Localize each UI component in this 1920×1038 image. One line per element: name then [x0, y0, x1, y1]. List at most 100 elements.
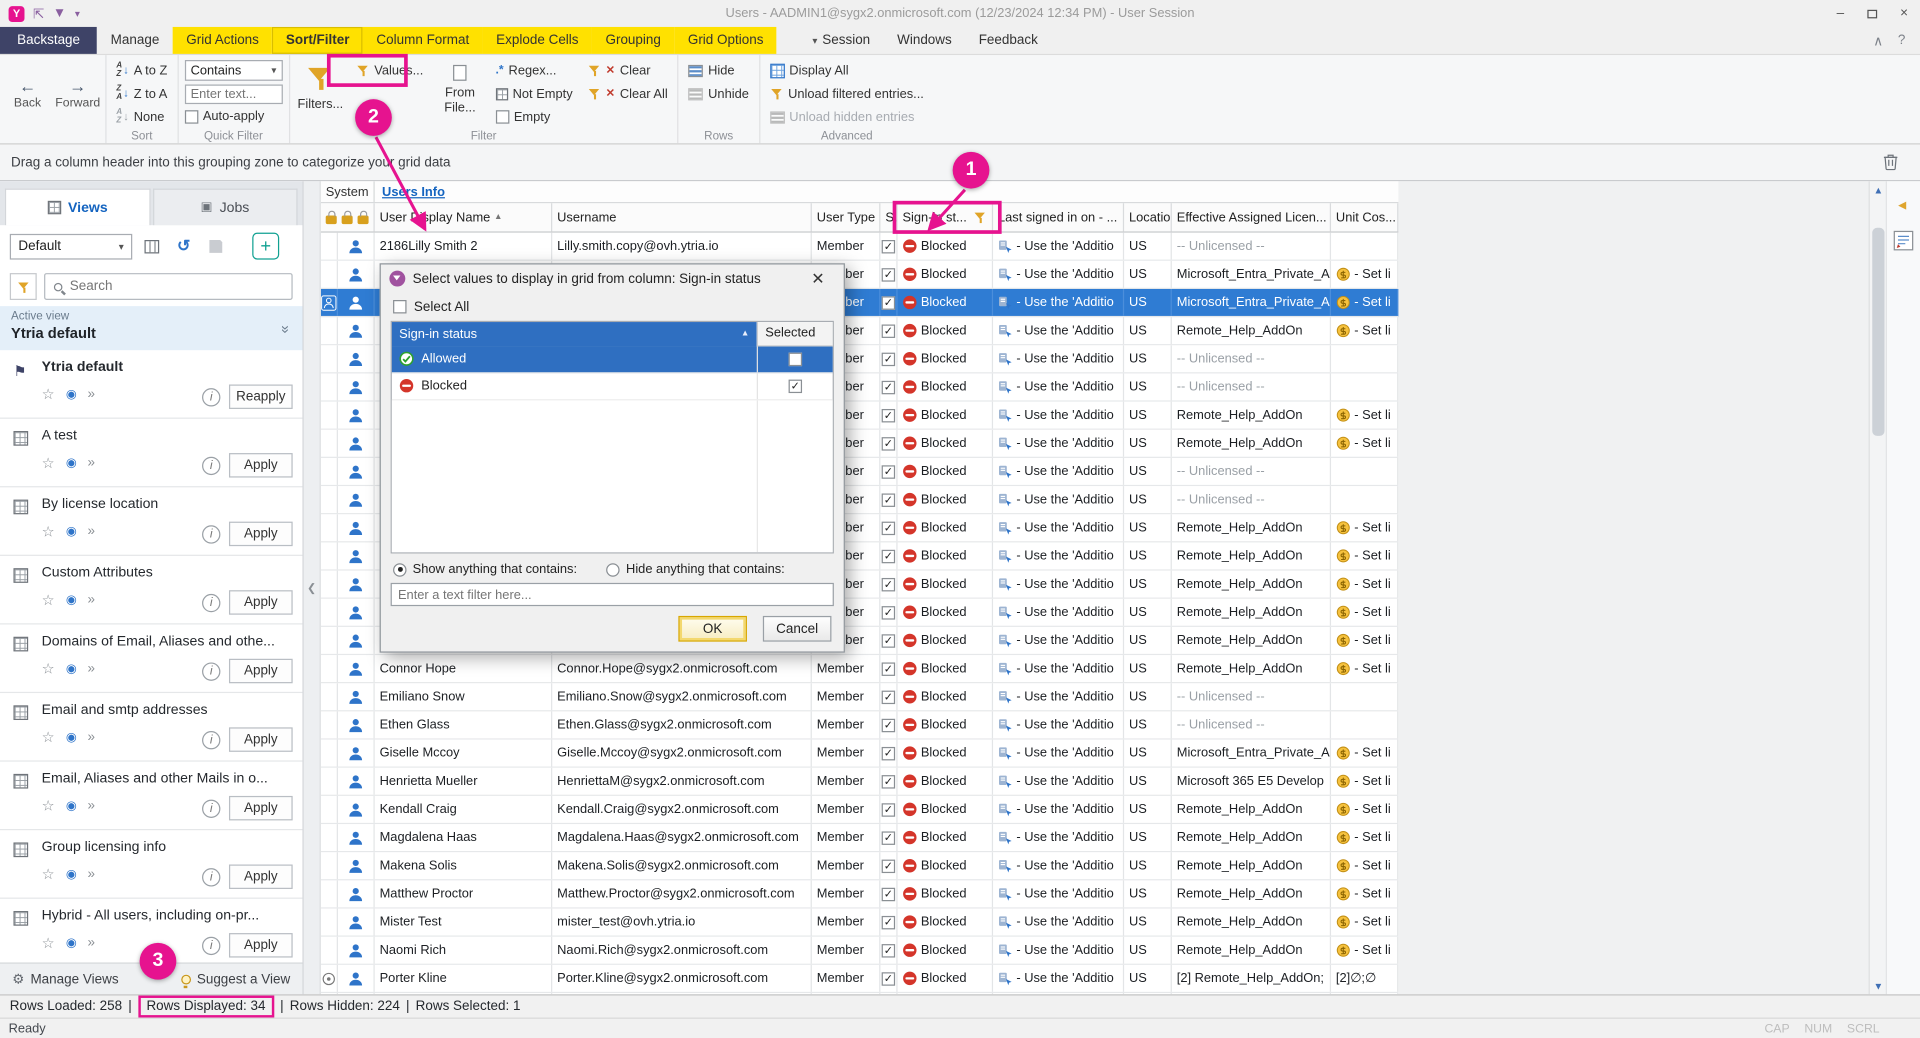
unit-cost-cell[interactable]: - Set li — [1331, 289, 1398, 316]
undo-button[interactable]: ↺ — [171, 234, 195, 258]
user-type-cell[interactable]: Member — [812, 852, 881, 879]
effective-license-cell[interactable]: Remote_Help_AddOn — [1172, 402, 1331, 429]
column-header-effective-license[interactable]: Effective Assigned Licen... — [1172, 203, 1331, 231]
location-cell[interactable]: US — [1124, 261, 1172, 288]
sign-in-status-cell[interactable]: Blocked — [898, 909, 994, 936]
checked-checkbox[interactable]: ✓ — [882, 943, 895, 956]
double-chevron-down-icon[interactable]: » — [278, 325, 295, 333]
tab-windows[interactable]: Windows — [884, 27, 966, 54]
last-signed-in-cell[interactable]: - Use the 'Additio — [993, 740, 1124, 767]
unit-cost-cell[interactable]: - Set li — [1331, 824, 1398, 851]
sign-in-status-cell[interactable]: Blocked — [898, 740, 994, 767]
last-signed-in-cell[interactable]: - Use the 'Additio — [993, 486, 1124, 513]
export-icon[interactable]: ⇱ — [33, 6, 44, 22]
table-row[interactable]: Ethen GlassEthen.Glass@sygx2.onmicrosoft… — [321, 711, 1399, 739]
tab-backstage[interactable]: Backstage — [0, 27, 97, 54]
column-header-user-display-name[interactable]: User Display Name▲ — [375, 203, 553, 231]
favorite-star-icon[interactable]: ☆ — [42, 386, 55, 403]
sign-in-status-cell[interactable]: Blocked — [898, 430, 994, 457]
user-type-cell[interactable]: Member — [812, 796, 881, 823]
last-signed-in-cell[interactable]: - Use the 'Additio — [993, 627, 1124, 654]
checked-checkbox[interactable]: ✓ — [882, 465, 895, 478]
sign-in-status-cell[interactable]: Blocked — [898, 289, 994, 316]
user-display-name-cell[interactable]: Connor Hope — [375, 655, 553, 682]
reapply-view-button[interactable]: Reapply — [229, 384, 293, 408]
group-header-system[interactable]: System — [321, 181, 375, 202]
view-filter-button[interactable] — [10, 273, 37, 300]
dialog-close-button[interactable]: ✕ — [801, 267, 835, 291]
collapse-ribbon-icon[interactable]: ∧ — [1873, 32, 1883, 48]
location-cell[interactable]: US — [1124, 233, 1172, 260]
column-header-sign-in-status[interactable]: Sign-in st... — [898, 203, 994, 231]
last-signed-in-cell[interactable]: - Use the 'Additio — [993, 655, 1124, 682]
sign-in-status-cell[interactable]: Blocked — [898, 937, 994, 964]
favorite-star-icon[interactable]: ☆ — [42, 523, 55, 540]
more-options-icon[interactable]: » — [88, 387, 96, 402]
apply-view-button[interactable]: Apply — [229, 522, 293, 546]
help-icon[interactable]: ? — [1898, 33, 1906, 48]
user-type-cell[interactable]: Member — [812, 824, 881, 851]
more-options-icon[interactable]: » — [88, 593, 96, 608]
username-cell[interactable]: Emiliano.Snow@sygx2.onmicrosoft.com — [552, 683, 812, 710]
sort-z-to-a-button[interactable]: ZA↓ Z to A — [113, 83, 171, 104]
unit-cost-cell[interactable]: - Set li — [1331, 402, 1398, 429]
favorite-star-icon[interactable]: ☆ — [42, 660, 55, 677]
user-type-cell[interactable]: Member — [812, 880, 881, 907]
sign-in-status-cell[interactable]: Blocked — [898, 655, 994, 682]
last-signed-in-cell[interactable]: - Use the 'Additio — [993, 542, 1124, 569]
sign-in-status-cell[interactable]: Blocked — [898, 711, 994, 738]
effective-license-cell[interactable]: Remote_Help_AddOn — [1172, 824, 1331, 851]
user-display-name-cell[interactable]: Emiliano Snow — [375, 683, 553, 710]
last-signed-in-cell[interactable]: - Use the 'Additio — [993, 345, 1124, 372]
effective-license-cell[interactable]: Remote_Help_AddOn — [1172, 909, 1331, 936]
clear-button[interactable]: ✕ Clear — [584, 60, 672, 81]
add-view-button[interactable]: + — [252, 233, 279, 260]
effective-license-cell[interactable]: -- Unlicensed -- — [1172, 711, 1331, 738]
select-all-row[interactable]: Select All — [381, 294, 844, 321]
selected-cell[interactable]: ✓ — [757, 373, 833, 399]
checked-checkbox[interactable]: ✓ — [882, 493, 895, 506]
checked-checkbox[interactable]: ✓ — [882, 859, 895, 872]
user-type-cell[interactable]: Member — [812, 233, 881, 260]
location-cell[interactable]: US — [1124, 599, 1172, 626]
cancel-button[interactable]: Cancel — [763, 616, 832, 642]
table-row[interactable]: Kendall CraigKendall.Craig@sygx2.onmicro… — [321, 796, 1399, 824]
tab-column-format[interactable]: Column Format — [363, 27, 483, 54]
username-cell[interactable]: Makena.Solis@sygx2.onmicrosoft.com — [552, 852, 812, 879]
info-icon[interactable]: i — [202, 799, 220, 817]
last-signed-in-cell[interactable]: - Use the 'Additio — [993, 233, 1124, 260]
show-contains-radio[interactable]: Show anything that contains: — [393, 562, 577, 577]
suggest-view-button[interactable]: Suggest a View — [181, 972, 290, 987]
user-type-cell[interactable]: Member — [812, 909, 881, 936]
enabled-checkbox-cell[interactable]: ✓ — [880, 683, 897, 710]
checked-checkbox[interactable]: ✓ — [882, 746, 895, 759]
user-display-name-cell[interactable]: Giselle Mccoy — [375, 740, 553, 767]
location-cell[interactable]: US — [1124, 373, 1172, 400]
user-type-cell[interactable]: Member — [812, 683, 881, 710]
sign-in-status-cell[interactable]: Blocked — [898, 880, 994, 907]
columns-button[interactable] — [140, 234, 164, 258]
unit-cost-cell[interactable]: - Set li — [1331, 261, 1398, 288]
checked-checkbox[interactable]: ✓ — [882, 324, 895, 337]
location-cell[interactable]: US — [1124, 514, 1172, 541]
sign-in-status-cell[interactable]: Blocked — [898, 571, 994, 598]
unit-cost-cell[interactable]: - Set li — [1331, 655, 1398, 682]
checked-checkbox[interactable]: ✓ — [882, 662, 895, 675]
text-filter-input[interactable] — [391, 583, 834, 606]
checked-checkbox[interactable]: ✓ — [882, 634, 895, 647]
view-list-item-domains-of-email-aliases-and-othe[interactable]: Domains of Email, Aliases and othe...☆◉»… — [0, 624, 302, 693]
user-display-name-cell[interactable]: Ethen Glass — [375, 711, 553, 738]
favorite-star-icon[interactable]: ☆ — [42, 454, 55, 471]
checked-checkbox[interactable]: ✓ — [882, 577, 895, 590]
enabled-checkbox-cell[interactable]: ✓ — [880, 289, 897, 316]
unit-cost-cell[interactable] — [1331, 458, 1398, 485]
apply-view-button[interactable]: Apply — [229, 796, 293, 820]
sign-in-status-cell[interactable]: Blocked — [898, 458, 994, 485]
user-display-name-cell[interactable]: Porter Kline — [375, 965, 553, 992]
ok-button[interactable]: OK — [678, 616, 747, 642]
favorite-star-icon[interactable]: ☆ — [42, 866, 55, 883]
last-signed-in-cell[interactable]: - Use the 'Additio — [993, 430, 1124, 457]
apply-view-button[interactable]: Apply — [229, 590, 293, 614]
auto-apply-checkbox-row[interactable]: Auto-apply — [184, 108, 282, 125]
sign-in-status-cell[interactable]: Blocked — [898, 852, 994, 879]
